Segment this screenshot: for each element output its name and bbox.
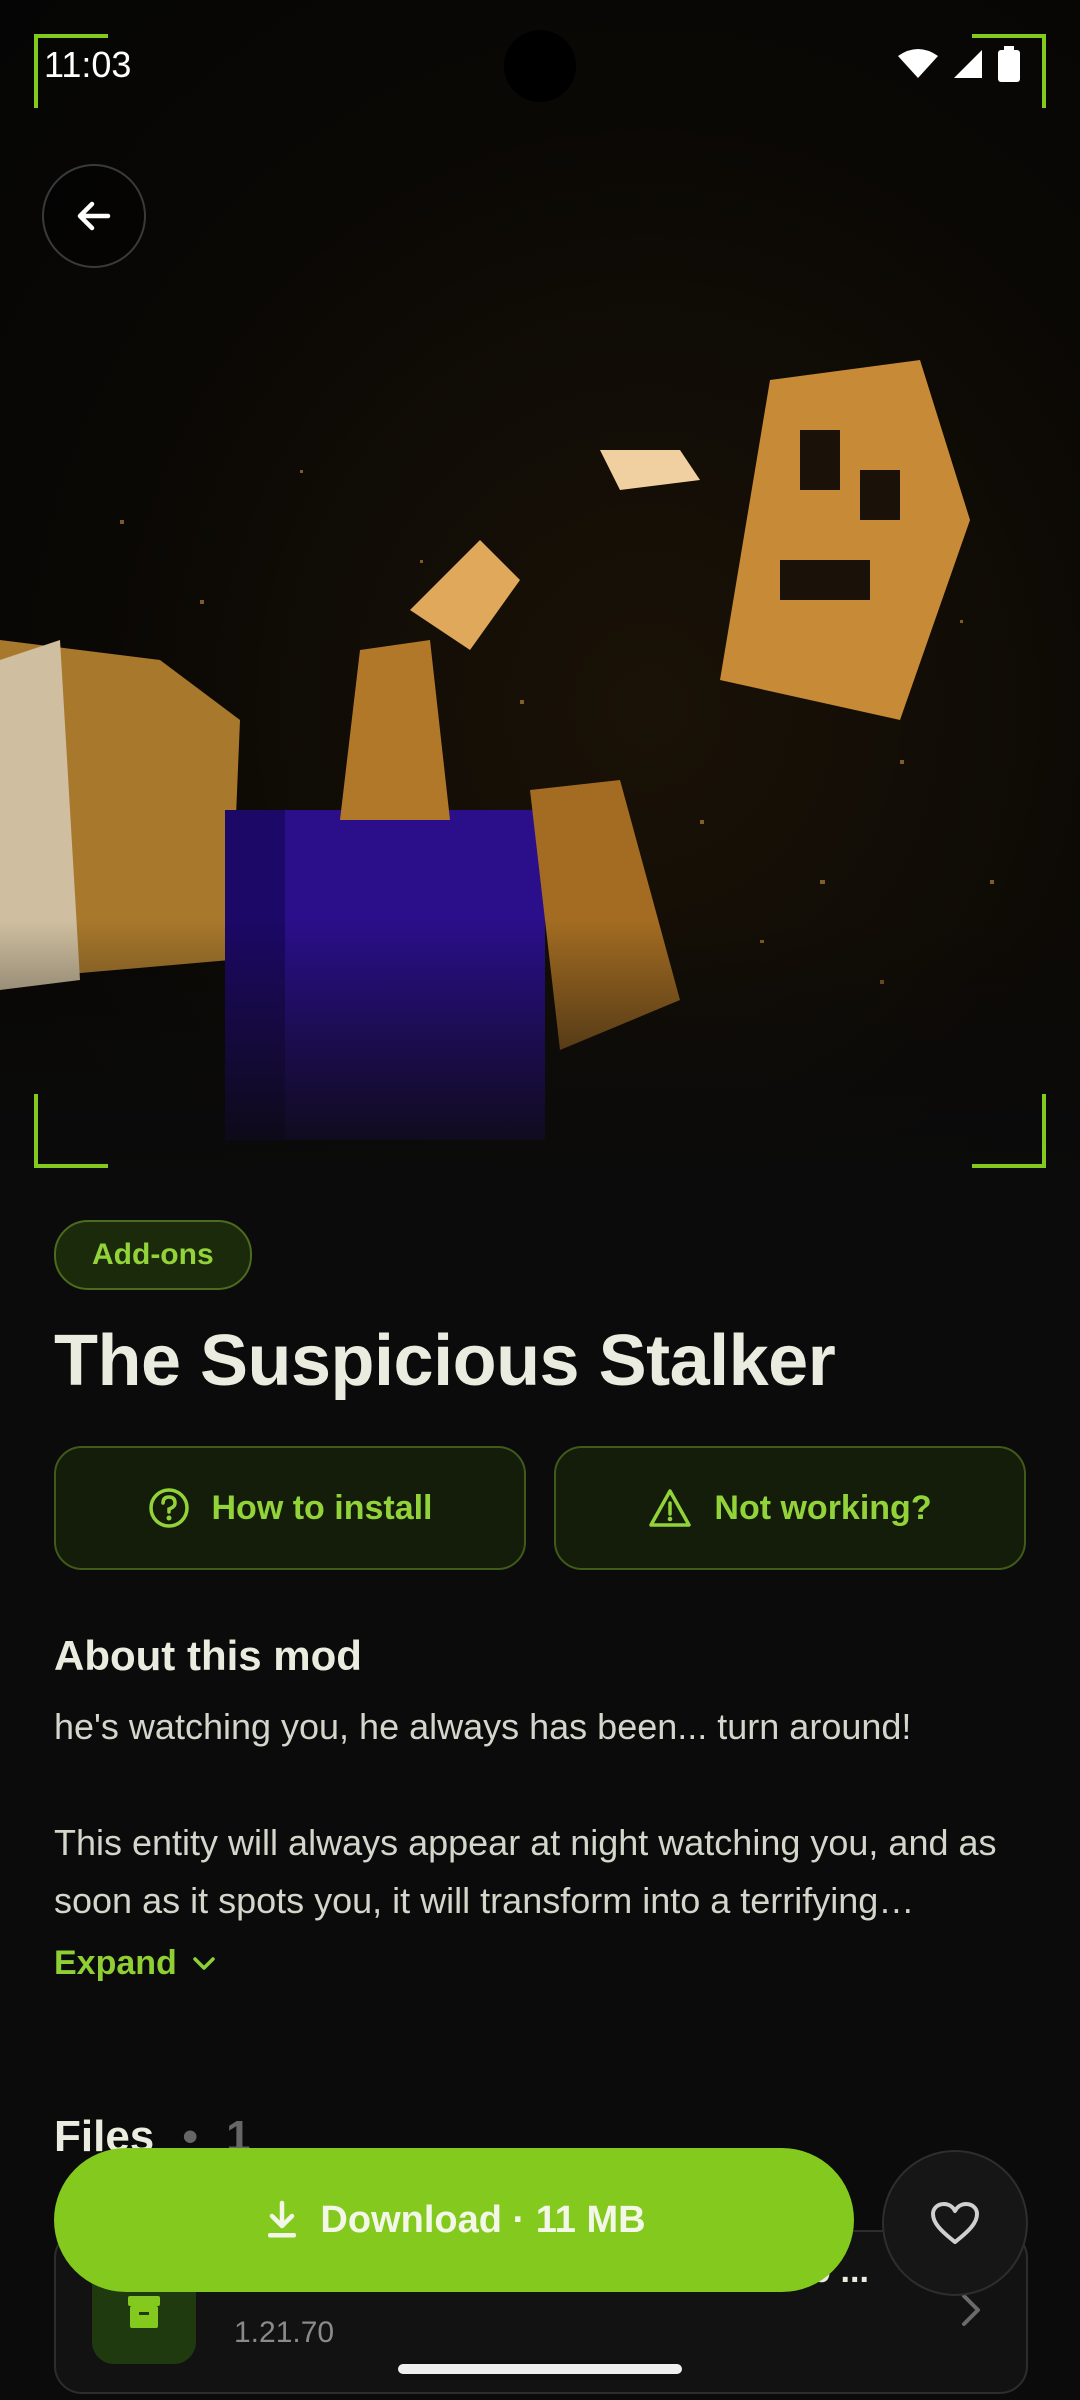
expand-button[interactable]: Expand xyxy=(54,1944,1026,1983)
about-description: This entity will always appear at night … xyxy=(54,1822,997,1921)
expand-label: Expand xyxy=(54,1944,177,1982)
arrow-left-icon xyxy=(77,201,111,231)
frame-corner-top-right xyxy=(972,34,1046,108)
not-working-button[interactable]: Not working? xyxy=(554,1446,1026,1570)
hero-gradient-overlay xyxy=(0,920,1080,1180)
category-chip[interactable]: Add-ons xyxy=(54,1220,252,1290)
download-label: Download · 11 MB xyxy=(320,2198,646,2241)
about-tagline: he's watching you, he always has been...… xyxy=(54,1706,912,1747)
help-circle-icon xyxy=(148,1488,189,1528)
mod-title: The Suspicious Stalker xyxy=(54,1321,836,1401)
wifi-icon xyxy=(898,49,938,78)
camera-cutout xyxy=(504,30,576,102)
back-button[interactable] xyxy=(42,164,146,268)
help-buttons-row: How to install Not working? xyxy=(54,1446,1026,1570)
file-version: 1.21.70 xyxy=(234,2316,335,2349)
frame-corner-bottom-right xyxy=(972,1094,1046,1168)
how-to-install-button[interactable]: How to install xyxy=(54,1446,526,1570)
not-working-label: Not working? xyxy=(714,1488,932,1527)
mod-hero-image xyxy=(0,0,1080,1180)
download-icon xyxy=(268,2200,297,2238)
mod-details: Add-ons The Suspicious Stalker How to in… xyxy=(54,1220,1026,1983)
frame-corner-bottom-left xyxy=(34,1094,108,1168)
how-to-install-label: How to install xyxy=(211,1488,433,1527)
heart-icon xyxy=(931,2202,979,2244)
download-button[interactable]: Download · 11 MB xyxy=(54,2148,854,2292)
warning-icon xyxy=(649,1489,692,1527)
status-bar: 11:03 xyxy=(0,0,1080,130)
about-section-title: About this mod xyxy=(54,1632,362,1679)
favorite-button[interactable] xyxy=(882,2150,1028,2296)
chevron-down-icon xyxy=(193,1956,215,1970)
frame-corner-top-left xyxy=(34,34,108,108)
home-indicator[interactable] xyxy=(398,2364,682,2374)
